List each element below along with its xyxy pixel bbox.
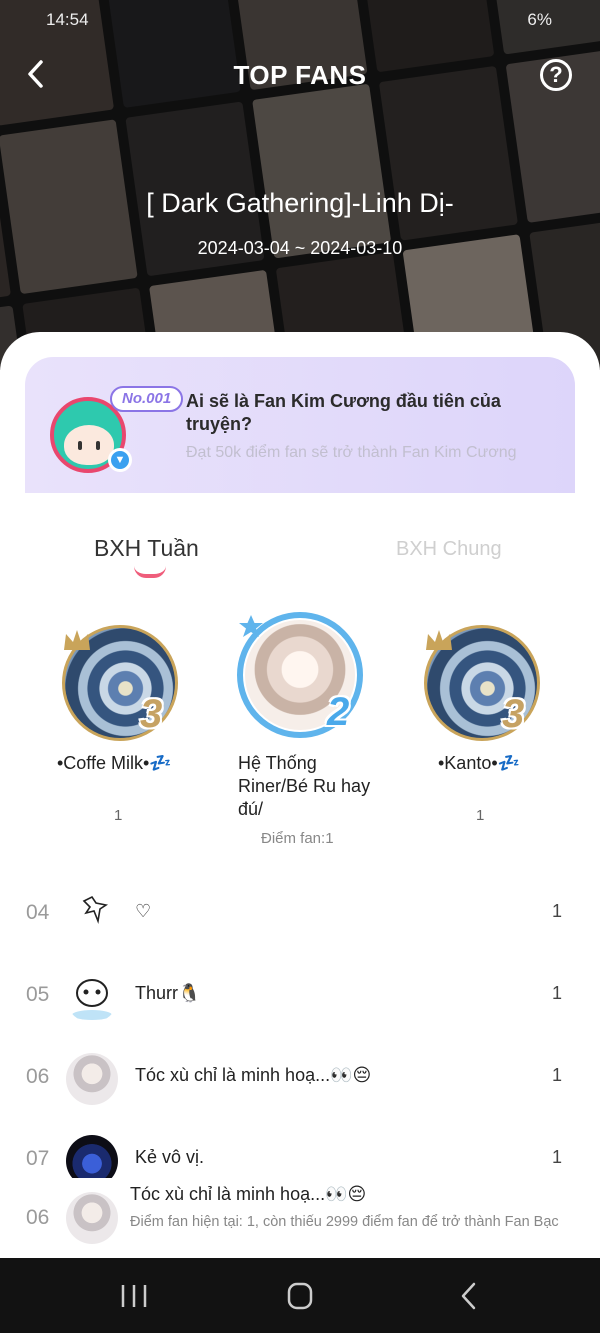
rank-number: 3 bbox=[502, 692, 525, 736]
fan-name: Kẻ vô vị. bbox=[135, 1147, 205, 1167]
my-name: Tóc xù chỉ là minh hoạ...👀😔 bbox=[130, 1184, 367, 1204]
avatar bbox=[66, 1053, 118, 1105]
back-icon bbox=[461, 1282, 476, 1310]
recent-apps-button[interactable] bbox=[114, 1280, 154, 1312]
fan-points: Điểm fan:1 bbox=[261, 830, 334, 847]
rank-number: 04 bbox=[26, 901, 50, 924]
fan-name: Tóc xù chỉ là minh hoạ...👀😔 bbox=[135, 1065, 372, 1085]
home-icon bbox=[287, 1282, 313, 1310]
list-item[interactable]: 05 Thurr🐧 1 bbox=[0, 967, 600, 1027]
system-back-button[interactable] bbox=[450, 1280, 490, 1312]
tab-weekly-ranking[interactable]: BXH Tuần bbox=[94, 535, 199, 562]
fan-name: •Coffe Milk•💤 bbox=[57, 753, 172, 773]
recent-apps-icon bbox=[121, 1285, 147, 1307]
my-avatar bbox=[66, 1192, 118, 1244]
fan-score: 1 bbox=[551, 983, 562, 1003]
avatar bbox=[76, 895, 110, 929]
fan-name: Thurr🐧 bbox=[135, 983, 201, 1003]
rank-number: 05 bbox=[26, 983, 50, 1006]
crown-icon bbox=[426, 630, 452, 650]
star-crown-icon bbox=[239, 615, 263, 637]
fan-score: 1 bbox=[551, 1147, 562, 1167]
my-rank-number: 06 bbox=[26, 1206, 50, 1229]
rank-number: 2 bbox=[327, 690, 350, 734]
question-icon: ? bbox=[549, 62, 563, 87]
battery-level: 6% bbox=[527, 10, 552, 29]
home-button[interactable] bbox=[280, 1280, 320, 1312]
fan-score: 1 bbox=[551, 901, 562, 921]
my-rank-bar[interactable]: 06 Tóc xù chỉ là minh hoạ...👀😔 Điểm fan … bbox=[0, 1178, 600, 1258]
rank-number: 07 bbox=[26, 1147, 50, 1170]
system-nav-bar bbox=[0, 1258, 600, 1333]
promo-subtitle: Đạt 50k điểm fan sẽ trở thành Fan Kim Cư… bbox=[186, 444, 517, 461]
fan-score: 1 bbox=[114, 807, 123, 824]
my-progress-message: Điểm fan hiện tại: 1, còn thiếu 2999 điể… bbox=[130, 1214, 559, 1230]
avatar bbox=[66, 971, 118, 1023]
date-range: 2024-03-04 ~ 2024-03-10 bbox=[197, 238, 403, 258]
fan-name: Hệ Thống Riner/Bé Ru hay đú/ bbox=[238, 753, 371, 819]
diamond-icon: ▼ bbox=[108, 448, 132, 472]
fan-score: 1 bbox=[476, 807, 485, 824]
comic-title: [ Dark Gathering]-Linh Dị- bbox=[146, 188, 454, 218]
page-title: TOP FANS bbox=[233, 60, 367, 90]
crown-icon bbox=[64, 630, 90, 650]
tab-overall-ranking[interactable]: BXH Chung bbox=[396, 538, 502, 561]
header-banner: 14:54 6% TOP FANS ? [ Dark Gathering]-Li… bbox=[0, 0, 600, 370]
status-bar: 14:54 6% bbox=[0, 10, 600, 34]
rank-number: 3 bbox=[140, 692, 163, 736]
status-time: 14:54 bbox=[46, 10, 89, 29]
list-item[interactable]: 06 Tóc xù chỉ là minh hoạ...👀😔 1 bbox=[0, 1049, 600, 1109]
rank-badge: No.001 bbox=[110, 386, 184, 412]
fan-score: 1 bbox=[551, 1065, 562, 1085]
rank-number: 06 bbox=[26, 1065, 50, 1088]
fan-name: •Kanto•💤 bbox=[438, 753, 521, 773]
list-item[interactable]: 04 ♡ 1 bbox=[0, 885, 600, 945]
promo-title: Ai sẽ là Fan Kim Cương đầu tiên của truy… bbox=[186, 391, 501, 434]
fan-name: ♡ bbox=[135, 901, 152, 921]
help-button[interactable]: ? bbox=[540, 59, 572, 91]
